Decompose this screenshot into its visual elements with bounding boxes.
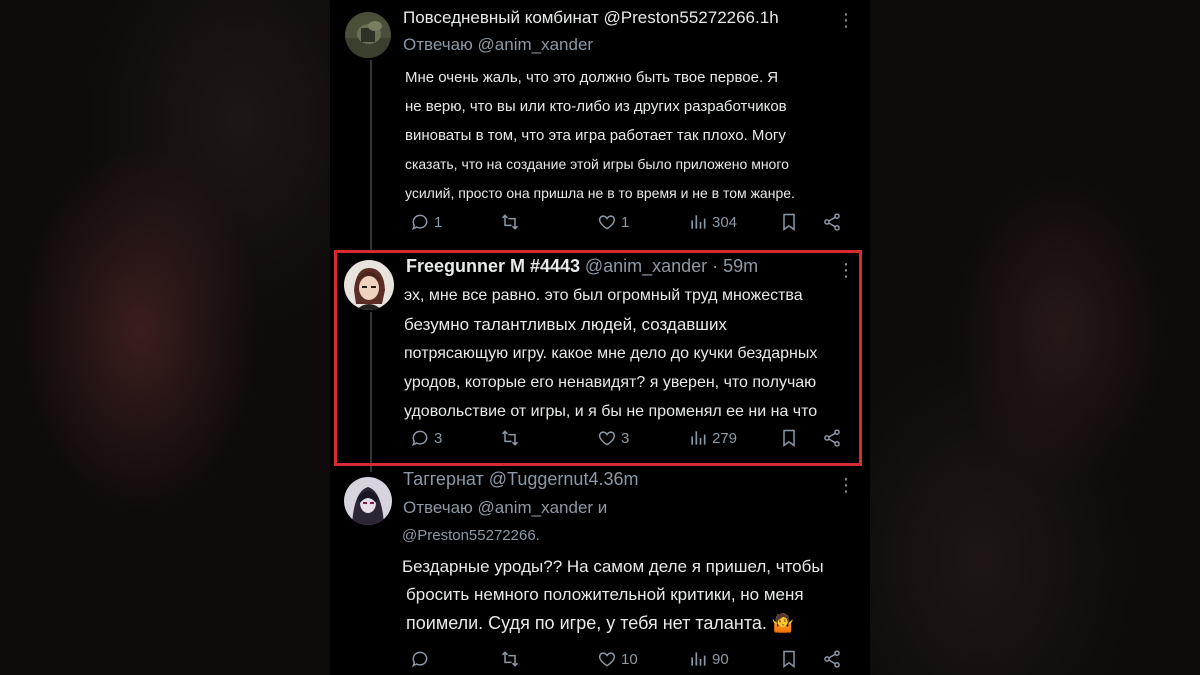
share-icon [824, 213, 840, 231]
post-text-line: эх, мне все равно. это был огромный труд… [404, 287, 803, 304]
repost-button[interactable] [500, 426, 524, 450]
reply-button[interactable] [410, 647, 434, 671]
reply-to-line: Отвечаю @anim_xander [403, 35, 593, 55]
post-text-line: поимели. Судя по игре, у тебя нет талант… [406, 613, 795, 633]
post-text-line: безумно талантливых людей, создавших [404, 315, 727, 334]
avatar-preston[interactable] [345, 12, 391, 58]
post-text-line: потрясающую игру. какое мне дело до кучк… [404, 345, 818, 362]
repost-icon [501, 430, 519, 446]
views-count: 279 [712, 429, 738, 447]
post-actions: 10 90 [410, 647, 850, 671]
post-text: эх, мне все равно. это был огромный труд… [404, 281, 817, 426]
views-chart-icon [691, 215, 706, 229]
post-text-line: Мне очень жаль, что это должно быть твое… [405, 69, 779, 86]
like-button[interactable]: 10 [597, 647, 638, 671]
reply-button[interactable]: 3 [410, 426, 442, 450]
repost-button[interactable] [500, 647, 524, 671]
views-chart-icon [691, 652, 706, 666]
post-header: Таггернат @Tuggernut4.36m [403, 469, 638, 490]
like-count: 3 [621, 429, 630, 447]
like-button[interactable]: 1 [597, 210, 629, 234]
author-handle-time[interactable]: @anim_xander · 59m [585, 256, 758, 276]
like-count: 10 [621, 650, 638, 668]
post-text-line: сказать, что на создание этой игры было … [405, 156, 789, 172]
avatar-tuggernut[interactable] [344, 477, 392, 525]
reply-prefix: Отвечаю [403, 35, 473, 54]
comment-icon [412, 214, 428, 231]
reply-mention-second[interactable]: @Preston55272266. [402, 527, 540, 544]
post-actions: 3 3 279 [410, 426, 850, 450]
post-text-line: не верю, что вы или кто-либо из других р… [405, 98, 787, 115]
comment-icon [412, 430, 428, 447]
author-name[interactable]: Freegunner M #4443 [406, 256, 580, 276]
author-handle-time[interactable]: @Tuggernut4.36m [489, 469, 639, 489]
reply-prefix: Отвечаю [403, 498, 473, 517]
post-text: Мне очень жаль, что это должно быть твое… [405, 63, 795, 208]
post-text-line: Бездарные уроды?? На самом деле я пришел… [402, 557, 824, 576]
views-count: 90 [712, 650, 729, 668]
like-count: 1 [621, 213, 630, 231]
views-button[interactable]: 90 [688, 647, 729, 671]
post-text-line: уродов, которые его ненавидят? я уверен,… [404, 374, 817, 391]
reply-mention[interactable]: @anim_xander [478, 35, 594, 54]
post-text-line: виноваты в том, что эта игра работает та… [405, 127, 786, 144]
views-count: 304 [712, 213, 738, 231]
share-icon [824, 650, 840, 668]
bookmark-icon [783, 213, 795, 231]
post-header: Повседневный комбинат @Preston55272266.1… [403, 8, 779, 28]
author-name[interactable]: Повседневный комбинат [403, 8, 599, 27]
heart-icon [598, 215, 616, 230]
share-icon [824, 429, 840, 447]
like-button[interactable]: 3 [597, 426, 629, 450]
post-text: Бездарные уроды?? На самом деле я пришел… [402, 553, 824, 637]
views-chart-icon [691, 431, 706, 445]
share-button[interactable] [822, 426, 842, 450]
more-icon[interactable]: ⋮ [836, 260, 856, 280]
post-actions: 1 1 304 [410, 210, 850, 234]
reply-thread-panel[interactable]: Повседневный комбинат @Preston55272266.1… [330, 0, 870, 675]
heart-icon [598, 652, 616, 667]
heart-icon [598, 431, 616, 446]
thread-connector-line [370, 312, 372, 472]
reply-count: 3 [434, 429, 443, 447]
bookmark-button[interactable] [779, 210, 799, 234]
comment-icon [412, 651, 428, 668]
avatar-freegunner[interactable] [344, 260, 394, 310]
repost-icon [501, 651, 519, 667]
repost-icon [501, 214, 519, 230]
post-text-line: усилий, просто она пришла не в то время … [405, 185, 795, 201]
share-button[interactable] [822, 647, 842, 671]
bookmark-icon [783, 429, 795, 447]
author-handle-time[interactable]: @Preston55272266.1h [604, 8, 779, 27]
thread-connector-line [370, 60, 372, 250]
reply-to-line: Отвечаю @anim_xander и [403, 498, 607, 518]
reply-button[interactable]: 1 [410, 210, 442, 234]
reply-mention[interactable]: @anim_xander и [478, 498, 608, 517]
bookmark-button[interactable] [779, 647, 799, 671]
more-icon[interactable]: ⋮ [836, 10, 856, 30]
more-icon[interactable]: ⋮ [836, 475, 856, 495]
bookmark-icon [783, 650, 795, 668]
reply-count: 1 [434, 213, 443, 231]
views-button[interactable]: 304 [688, 210, 737, 234]
post-text-line: удовольствие от игры, и я бы не променял… [404, 403, 818, 420]
author-name[interactable]: Таггернат [403, 469, 484, 489]
post-header: Freegunner M #4443 @anim_xander · 59m [406, 256, 758, 277]
share-button[interactable] [822, 210, 842, 234]
bookmark-button[interactable] [779, 426, 799, 450]
post-text-line: бросить немного положительной критики, н… [406, 585, 804, 604]
repost-button[interactable] [500, 210, 524, 234]
views-button[interactable]: 279 [688, 426, 737, 450]
